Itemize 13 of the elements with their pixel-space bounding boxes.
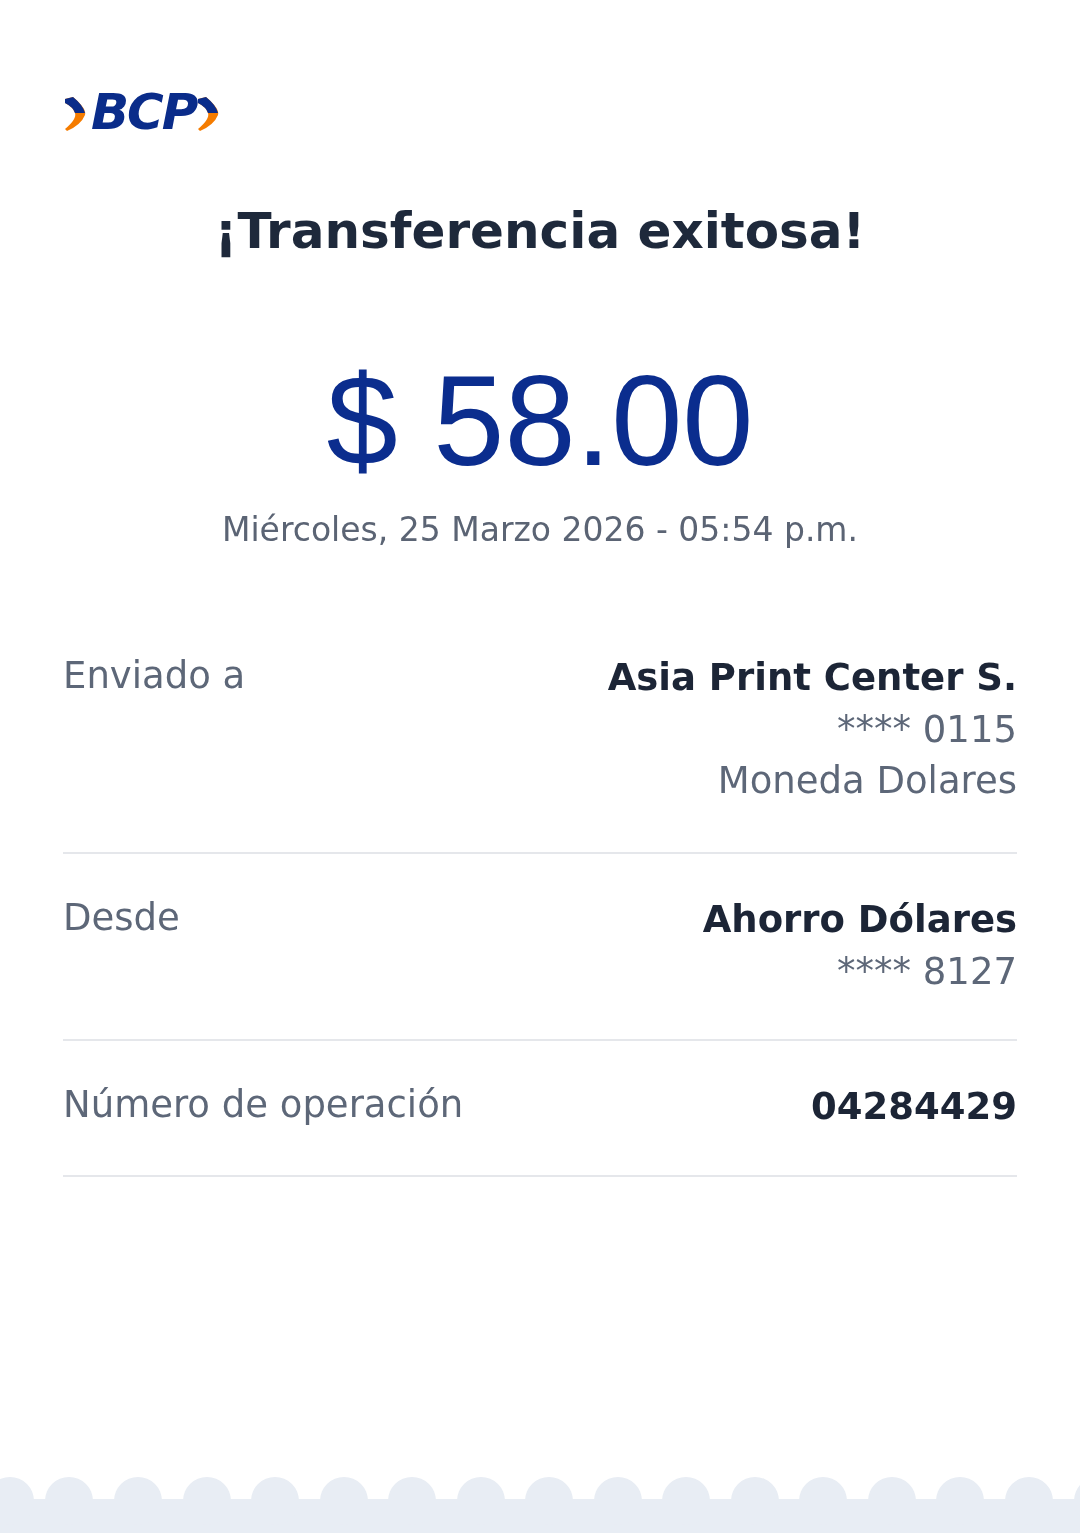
detail-value: 04284429 bbox=[811, 1084, 1017, 1130]
detail-label: Enviado a bbox=[63, 653, 246, 699]
detail-subtext: **** 8127 bbox=[837, 949, 1017, 995]
detail-label: Número de operación bbox=[63, 1082, 464, 1128]
detail-subtext: Moneda Dolares bbox=[717, 758, 1017, 804]
detail-value: Ahorro Dólares bbox=[702, 897, 1017, 943]
amount-text: $ 58.00 bbox=[325, 348, 755, 494]
detail-label: Desde bbox=[63, 895, 180, 941]
logo-text: BCP bbox=[91, 87, 197, 137]
success-title: ¡Transferencia exitosa! bbox=[213, 201, 867, 262]
detail-value: Asia Print Center S. bbox=[607, 655, 1017, 701]
date-time-text: Miércoles, 25 Marzo 2026 - 05:54 p.m. bbox=[220, 509, 859, 551]
detail-subtext: **** 0115 bbox=[837, 707, 1017, 753]
